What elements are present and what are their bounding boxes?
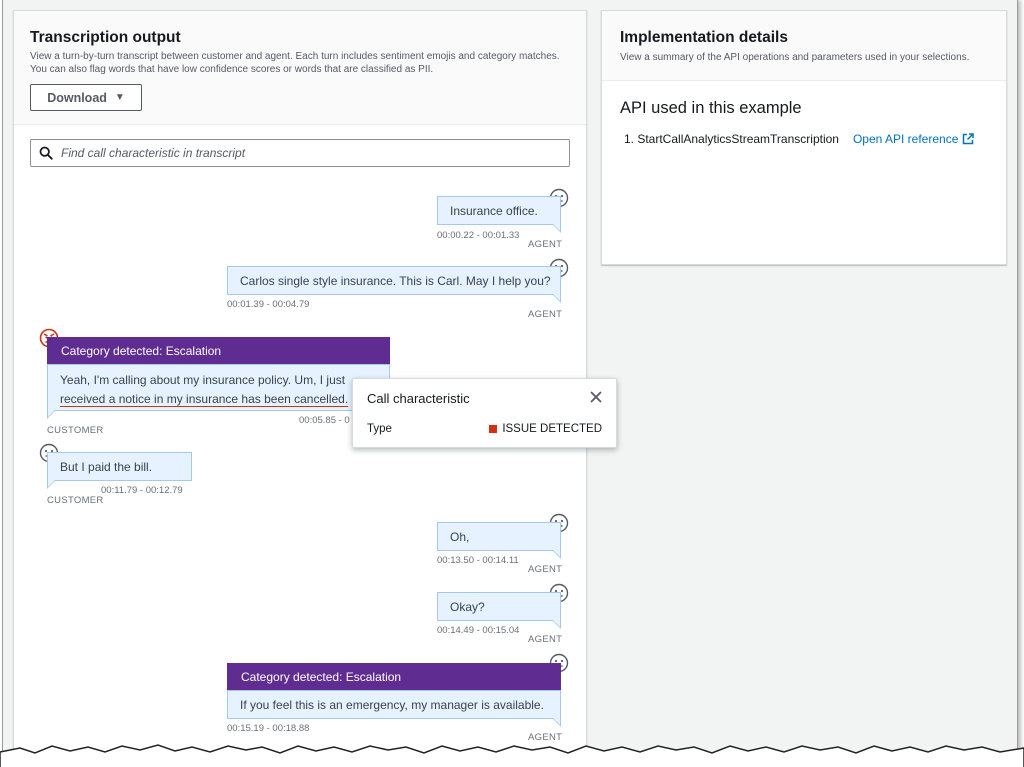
search-icon (39, 146, 53, 160)
turn-text: If you feel this is an emergency, my man… (240, 697, 544, 712)
transcript-bubble-agent: Carlos single style insurance. This is C… (227, 266, 561, 303)
popover-title: Call characteristic (367, 391, 470, 406)
implementation-details-panel: Implementation details View a summary of… (601, 10, 1007, 265)
close-icon[interactable] (588, 389, 604, 405)
status-value: ISSUE DETECTED (502, 423, 602, 435)
turn-text: Carlos single style insurance. This is C… (240, 273, 551, 288)
download-button[interactable]: Download ▼ (30, 84, 142, 111)
download-label: Download (47, 90, 107, 105)
turn-timestamp: 00:14.49 - 00:15.04 (437, 625, 520, 636)
speaker-label: AGENT (528, 564, 563, 575)
page-frame: Transcription output View a turn-by-turn… (2, 0, 1018, 767)
speaker-label: AGENT (528, 309, 563, 320)
transcript-bubble-customer: Yeah, I'm calling about my insurance pol… (47, 364, 390, 419)
category-label: Category detected: Escalation (241, 669, 402, 684)
turn-text: Insurance office. (450, 203, 538, 218)
popover-key: Type (367, 423, 392, 435)
search-field[interactable] (30, 139, 570, 167)
search-input[interactable] (61, 146, 541, 160)
turn-text: Oh, (450, 529, 470, 544)
status-indicator: ISSUE DETECTED (489, 423, 602, 435)
transcript-bubble-agent: If you feel this is an emergency, my man… (227, 690, 561, 727)
panel-title: Transcription output (30, 29, 181, 46)
caret-down-icon: ▼ (114, 92, 125, 103)
panel-description: View a summary of the API operations and… (620, 52, 970, 63)
turn-timestamp: 00:15.19 - 00:18.88 (227, 723, 310, 734)
torn-edge-decoration (0, 744, 1024, 767)
transcript-bubble-agent: Okay? (437, 592, 561, 629)
turn-timestamp: 00:05.85 - 0 (299, 415, 350, 426)
turn-timestamp: 00:01.39 - 00:04.79 (227, 299, 310, 310)
turn-text-line: Yeah, I'm calling about my insurance pol… (60, 373, 346, 387)
transcript-bubble-agent: Insurance office. (437, 196, 561, 233)
api-link-label: Open API reference (852, 132, 959, 146)
panel-description: View a turn-by-turn transcript between c… (30, 51, 560, 75)
api-list-item: 1. StartCallAnalyticsStreamTranscription… (624, 132, 975, 146)
turn-text: Okay? (450, 599, 485, 614)
open-api-reference-link[interactable]: Open API reference (852, 132, 975, 146)
panel-title: Implementation details (620, 29, 788, 46)
status-square-icon (489, 425, 498, 433)
transcript-bubble-customer: But I paid the bill. (47, 452, 192, 489)
turn-timestamp: 00:11.79 - 00:12.79 (101, 485, 183, 496)
turn-text: But I paid the bill. (60, 459, 153, 474)
speaker-label: CUSTOMER (47, 425, 104, 436)
call-characteristic-popover: Call characteristic Type ISSUE DETECTED (352, 378, 617, 448)
category-banner: Category detected: Escalation (47, 337, 390, 364)
category-label: Category detected: Escalation (61, 343, 222, 358)
external-link-icon (963, 133, 975, 145)
flagged-text[interactable]: received a notice in my insurance has be… (60, 390, 377, 409)
panel-header: Implementation details View a summary of… (602, 11, 1006, 81)
transcript-bubble-agent: Oh, (437, 522, 561, 559)
speaker-label: AGENT (528, 239, 563, 250)
panel-header: Transcription output View a turn-by-turn… (14, 11, 586, 125)
turn-timestamp: 00:13.50 - 00:14.11 (437, 555, 519, 566)
category-banner: Category detected: Escalation (227, 663, 561, 690)
api-heading: API used in this example (620, 99, 802, 117)
turn-timestamp: 00:00.22 - 00:01.33 (437, 230, 520, 241)
speaker-label: AGENT (528, 634, 563, 645)
speaker-label: CUSTOMER (47, 495, 104, 506)
api-name: 1. StartCallAnalyticsStreamTranscription (624, 132, 839, 146)
